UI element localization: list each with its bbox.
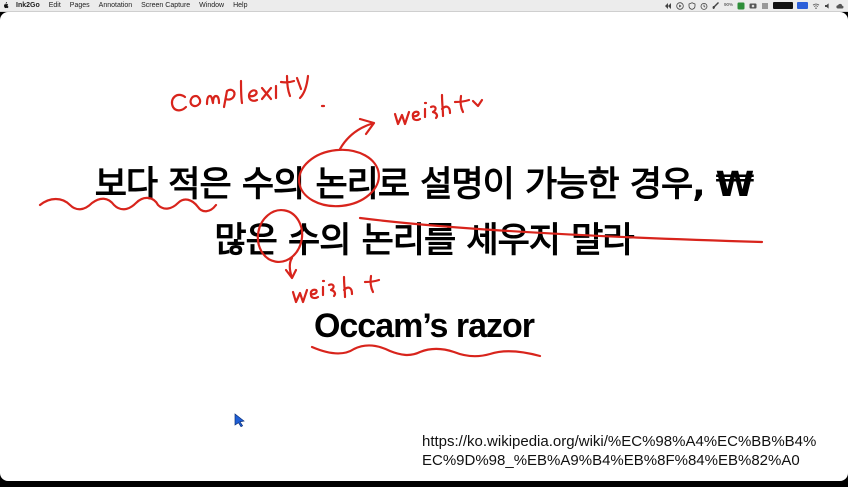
cloud-icon[interactable] bbox=[836, 2, 844, 10]
underline-occam bbox=[310, 344, 542, 358]
shield-icon[interactable] bbox=[688, 1, 696, 10]
source-url-line-1: https://ko.wikipedia.org/wiki/%EC%98%A4%… bbox=[422, 433, 817, 450]
slide-text-line-2: 많은 수의 논리를 세우지 말라 bbox=[214, 221, 634, 261]
handwriting-weight-bottom bbox=[291, 274, 381, 304]
handwriting-weight-top bbox=[393, 93, 484, 126]
brush-icon[interactable] bbox=[712, 1, 720, 10]
slide-title: Occam’s razor bbox=[313, 307, 535, 345]
menu-bar: Ink2Go Edit Pages Annotation Screen Capt… bbox=[0, 0, 848, 12]
slide-text-line-1: 보다 적은 수의 논리로 설명이 가능한 경우, ₩ bbox=[94, 165, 755, 205]
menu-help[interactable]: Help bbox=[233, 0, 247, 11]
status-tray: 90% bbox=[664, 0, 844, 11]
menu-app[interactable]: Ink2Go bbox=[16, 0, 40, 11]
app-green-icon[interactable] bbox=[737, 2, 745, 10]
memory-meter bbox=[797, 2, 808, 9]
battery-percent: 90% bbox=[723, 2, 733, 8]
rewind-icon[interactable] bbox=[664, 2, 672, 10]
volume-icon[interactable] bbox=[824, 2, 832, 10]
menu-screen-capture[interactable]: Screen Capture bbox=[141, 0, 190, 11]
weight-arrow-top bbox=[338, 117, 376, 151]
menu-window[interactable]: Window bbox=[199, 0, 224, 11]
menu-annotation[interactable]: Annotation bbox=[99, 0, 132, 11]
camera-icon[interactable] bbox=[749, 2, 757, 10]
menu-edit[interactable]: Edit bbox=[49, 0, 61, 11]
cpu-meter bbox=[773, 2, 793, 9]
wifi-icon[interactable] bbox=[812, 2, 820, 10]
presentation-slide[interactable]: 보다 적은 수의 논리로 설명이 가능한 경우, ₩ 많은 수의 논리를 세우지… bbox=[0, 12, 848, 481]
apple-icon[interactable] bbox=[3, 2, 10, 9]
source-url-line-2: EC%9D%98_%EB%A9%B4%EB%8F%84%EB%82%A0 bbox=[422, 452, 800, 469]
play-icon[interactable] bbox=[676, 1, 684, 10]
menu-pages[interactable]: Pages bbox=[70, 0, 90, 11]
handwriting-complexity bbox=[170, 74, 326, 112]
timer-icon[interactable] bbox=[700, 2, 708, 10]
mouse-cursor-icon bbox=[234, 413, 245, 427]
list-icon[interactable] bbox=[761, 2, 769, 10]
source-url: https://ko.wikipedia.org/wiki/%EC%98%A4%… bbox=[422, 432, 842, 470]
